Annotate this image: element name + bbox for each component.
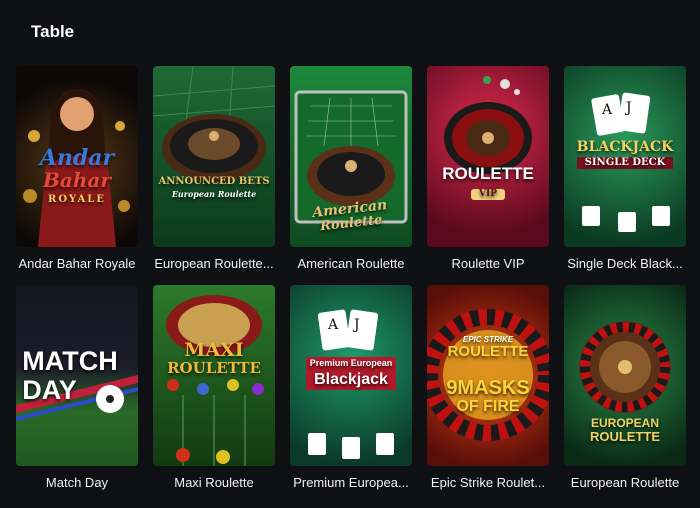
- art-line: ROYALE: [48, 194, 106, 206]
- roulette-wheel-illustration: [153, 66, 275, 182]
- game-title[interactable]: Single Deck Black...: [560, 256, 690, 271]
- game-card[interactable]: Andar Bahar ROYALE Andar Bahar Royale: [16, 66, 138, 271]
- game-title[interactable]: Maxi Roulette: [149, 475, 279, 490]
- art-line: 9MASKS: [446, 376, 530, 399]
- art-line: Blackjack: [305, 370, 397, 390]
- game-card[interactable]: A J BLACKJACK SINGLE DECK Single Deck Bl…: [564, 66, 686, 271]
- game-title[interactable]: Match Day: [12, 475, 142, 490]
- art-line: BLACKJACK: [576, 138, 674, 155]
- art-line: SINGLE DECK: [576, 156, 674, 170]
- game-thumbnail[interactable]: American Roulette: [290, 66, 412, 247]
- game-title[interactable]: European Roulette: [560, 475, 690, 490]
- game-thumbnail[interactable]: ANNOUNCED BETS European Roulette: [153, 66, 275, 247]
- game-card[interactable]: American Roulette American Roulette: [290, 66, 412, 271]
- art-line: Bahar: [43, 168, 111, 193]
- game-title[interactable]: Epic Strike Roulet...: [423, 475, 553, 490]
- art-line: ROULETTE: [447, 342, 529, 360]
- art-line: ROULETTE: [442, 163, 534, 183]
- art-line: OF FIRE: [456, 397, 520, 415]
- game-card[interactable]: ANNOUNCED BETS European Roulette Europea…: [153, 66, 275, 271]
- art-line: MAXI: [184, 338, 244, 361]
- art-line: DAY: [22, 374, 77, 405]
- art-line: ROULETTE: [167, 358, 261, 377]
- game-card[interactable]: A J Premium European Blackjack Premium E…: [290, 285, 412, 490]
- game-thumbnail[interactable]: EPIC STRIKE ROULETTE 9MASKS OF FIRE: [427, 285, 549, 466]
- game-thumbnail[interactable]: Andar Bahar ROYALE: [16, 66, 138, 247]
- game-title[interactable]: European Roulette...: [149, 256, 279, 271]
- game-card[interactable]: MATCH DAY Match Day: [16, 285, 138, 490]
- art-line: VIP: [471, 188, 505, 201]
- game-thumbnail[interactable]: A J Premium European Blackjack: [290, 285, 412, 466]
- roulette-wheel-illustration: [444, 76, 532, 174]
- art-line: ROULETTE: [589, 428, 661, 444]
- art-line: Premium European: [305, 357, 397, 371]
- game-card[interactable]: MAXI ROULETTE Maxi Roulette: [153, 285, 275, 490]
- svg-text:J: J: [352, 317, 360, 333]
- art-line: ANNOUNCED BETS: [158, 176, 270, 188]
- game-thumbnail[interactable]: MAXI ROULETTE: [153, 285, 275, 466]
- svg-text:J: J: [624, 100, 632, 116]
- game-card[interactable]: EUROPEAN ROULETTE European Roulette: [564, 285, 686, 490]
- game-title[interactable]: Premium Europea...: [286, 475, 416, 490]
- game-title[interactable]: Roulette VIP: [423, 256, 553, 271]
- game-title[interactable]: Andar Bahar Royale: [12, 256, 142, 271]
- svg-text:A: A: [327, 317, 339, 333]
- game-card[interactable]: ROULETTE VIP Roulette VIP: [427, 66, 549, 271]
- art-line: European Roulette: [171, 188, 257, 199]
- section-title: Table: [31, 22, 75, 41]
- game-thumbnail[interactable]: EUROPEAN ROULETTE: [564, 285, 686, 466]
- game-card[interactable]: EPIC STRIKE ROULETTE 9MASKS OF FIRE Epic…: [427, 285, 549, 490]
- game-thumbnail[interactable]: ROULETTE VIP: [427, 66, 549, 247]
- game-title[interactable]: American Roulette: [286, 256, 416, 271]
- art-line: MATCH: [22, 346, 118, 377]
- art-line: Andar: [39, 145, 115, 172]
- game-thumbnail[interactable]: MATCH DAY: [16, 285, 138, 466]
- svg-text:A: A: [601, 102, 613, 118]
- game-thumbnail[interactable]: A J BLACKJACK SINGLE DECK: [564, 66, 686, 247]
- game-grid: Andar Bahar ROYALE Andar Bahar Royale AN…: [16, 66, 686, 490]
